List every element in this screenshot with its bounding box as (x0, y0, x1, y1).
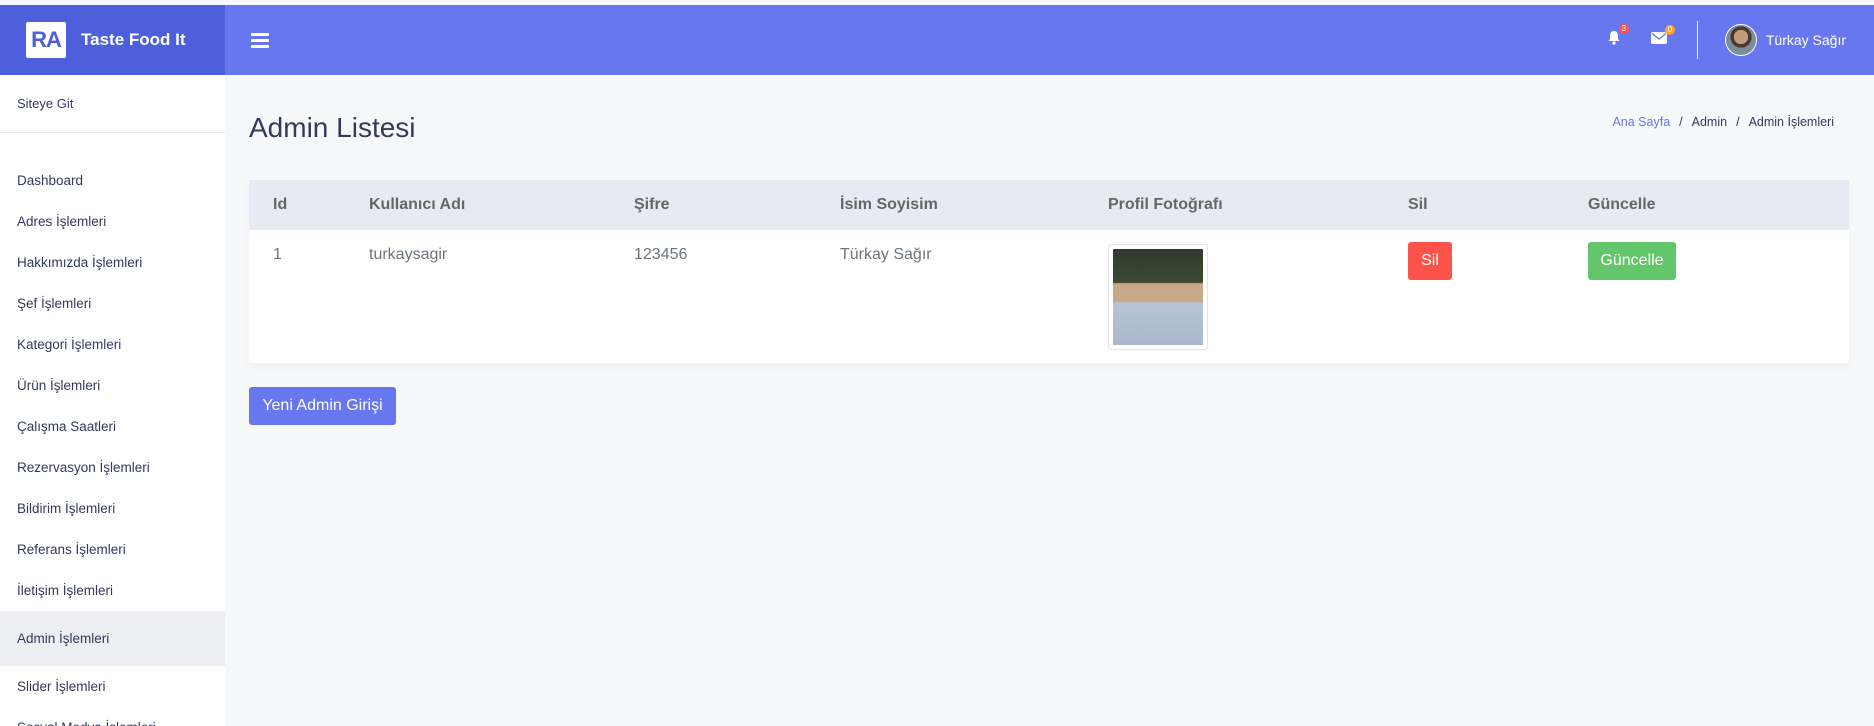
breadcrumb: Ana Sayfa / Admin / Admin İşlemleri (1612, 115, 1834, 129)
envelope-icon (1650, 32, 1667, 44)
breadcrumb-separator: / (1736, 115, 1740, 129)
column-header-username[interactable]: Kullanıcı Adı (369, 180, 634, 230)
brand-title: Taste Food It (81, 30, 186, 49)
topbar-divider (1696, 21, 1698, 59)
notification-count-badge: 3 (1618, 24, 1629, 34)
hamburger-icon[interactable] (251, 32, 269, 48)
sidebar-item-dashboard[interactable]: Dashboard (0, 160, 225, 201)
cell-fullname: Türkay Sağır (840, 246, 932, 263)
user-menu[interactable]: Türkay Sağır (1724, 24, 1846, 56)
messages-button[interactable]: 0 (1650, 25, 1675, 49)
sidebar-item-category[interactable]: Kategori İşlemleri (0, 324, 225, 365)
sidebar-item-contact[interactable]: İletişim İşlemleri (0, 570, 225, 611)
cell-id: 1 (273, 246, 282, 263)
table-row: 1 turkaysagir 123456 Türkay Sağır Sil Gü… (249, 230, 1849, 363)
message-count-badge: 0 (1664, 25, 1675, 35)
cell-username: turkaysagir (369, 246, 448, 263)
sidebar-item-social-media[interactable]: Sosyal Medya İşlemleri (0, 707, 225, 726)
sidebar-item-working-hours[interactable]: Çalışma Saatleri (0, 406, 225, 447)
profile-photo (1108, 244, 1208, 350)
sidebar: Siteye Git Dashboard Adres İşlemleri Hak… (0, 75, 225, 726)
breadcrumb-separator: / (1679, 115, 1683, 129)
admin-table: Id Kullanıcı Adı Şifre İsim Soyisim Prof… (249, 180, 1849, 363)
sidebar-item-chef[interactable]: Şef İşlemleri (0, 283, 225, 324)
cell-password: 123456 (634, 246, 688, 263)
column-header-update[interactable]: Güncelle (1588, 180, 1849, 230)
brand-logo: RA (26, 22, 66, 58)
sidebar-item-reference[interactable]: Referans İşlemleri (0, 529, 225, 570)
sidebar-item-about[interactable]: Hakkımızda İşlemleri (0, 242, 225, 283)
sidebar-item-slider[interactable]: Slider İşlemleri (0, 666, 225, 707)
update-button[interactable]: Güncelle (1588, 242, 1676, 280)
breadcrumb-admin: Admin (1691, 115, 1728, 129)
sidebar-item-reservation[interactable]: Rezervasyon İşlemleri (0, 447, 225, 488)
sidebar-item-address[interactable]: Adres İşlemleri (0, 201, 225, 242)
column-header-id[interactable]: Id (249, 180, 369, 230)
column-header-photo[interactable]: Profil Fotoğrafı (1108, 180, 1408, 230)
cell-photo (1108, 230, 1408, 363)
cell-update: Güncelle (1588, 230, 1849, 363)
user-name: Türkay Sağır (1765, 32, 1846, 48)
table-header-row: Id Kullanıcı Adı Şifre İsim Soyisim Prof… (249, 180, 1849, 230)
avatar (1724, 24, 1757, 56)
column-header-delete[interactable]: Sil (1408, 180, 1588, 230)
admin-table-card: Id Kullanıcı Adı Şifre İsim Soyisim Prof… (249, 180, 1849, 363)
delete-button[interactable]: Sil (1408, 242, 1452, 280)
breadcrumb-current: Admin İşlemleri (1748, 115, 1834, 129)
breadcrumb-home[interactable]: Ana Sayfa (1612, 115, 1670, 129)
sidebar-item-product[interactable]: Ürün İşlemleri (0, 365, 225, 406)
notifications-button[interactable]: 3 (1607, 24, 1629, 50)
column-header-fullname[interactable]: İsim Soyisim (840, 180, 1108, 230)
topbar: RA Taste Food It 3 0 Türkay Sağır (0, 5, 1874, 75)
column-header-password[interactable]: Şifre (634, 180, 840, 230)
sidebar-item-admin[interactable]: Admin İşlemleri (0, 611, 225, 666)
bell-icon (1608, 31, 1620, 45)
sidebar-link-site[interactable]: Siteye Git (0, 75, 225, 133)
new-admin-button[interactable]: Yeni Admin Girişi (249, 387, 396, 425)
sidebar-menu: Dashboard Adres İşlemleri Hakkımızda İşl… (0, 160, 225, 726)
cell-delete: Sil (1408, 230, 1588, 363)
topbar-right: 3 0 Türkay Sağır (1607, 5, 1874, 75)
sidebar-item-notification[interactable]: Bildirim İşlemleri (0, 488, 225, 529)
brand[interactable]: RA Taste Food It (0, 5, 225, 75)
page-title: Admin Listesi (249, 112, 416, 143)
